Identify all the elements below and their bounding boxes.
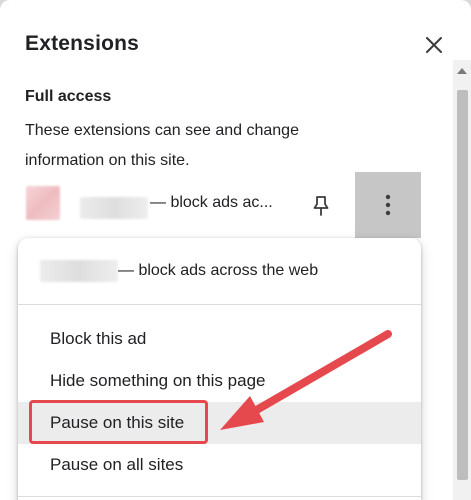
- menu-item-block-ad[interactable]: Block this ad: [18, 318, 421, 360]
- menu-item-pause-all-sites[interactable]: Pause on all sites: [18, 444, 421, 486]
- menu-divider: [18, 496, 421, 497]
- scrollbar-thumb[interactable]: [457, 90, 468, 480]
- scroll-up-arrow-icon[interactable]: [457, 68, 467, 74]
- section-heading: Full access: [25, 88, 112, 105]
- extensions-panel: Extensions Full access These extensions …: [0, 0, 471, 500]
- panel-title: Extensions: [25, 32, 140, 55]
- close-icon: [426, 37, 442, 53]
- menu-item-label: Hide something on this page: [50, 371, 266, 390]
- extension-name: — block ads ac...: [150, 194, 273, 211]
- annotation-highlight-box: [29, 400, 208, 444]
- menu-extension-name-redacted: [40, 260, 118, 282]
- section-description: These extensions can see and change info…: [25, 122, 299, 169]
- extension-row[interactable]: — block ads ac...: [0, 172, 471, 238]
- extension-logo: [26, 186, 60, 220]
- pin-icon: [313, 196, 329, 216]
- menu-header: — block ads across the web: [18, 238, 421, 305]
- pin-button[interactable]: [306, 191, 336, 221]
- menu-item-label: Pause on all sites: [50, 455, 184, 474]
- menu-item-label: Block this ad: [50, 329, 147, 348]
- extension-name-redacted: [80, 197, 148, 219]
- more-options-button[interactable]: [355, 172, 421, 238]
- more-vertical-icon: [385, 194, 391, 216]
- menu-item-hide-something[interactable]: Hide something on this page: [18, 360, 421, 402]
- menu-header-text: — block ads across the web: [118, 262, 319, 279]
- context-menu: — block ads across the web Block this ad…: [18, 238, 421, 500]
- scrollbar[interactable]: [453, 60, 471, 500]
- close-button[interactable]: [419, 30, 449, 60]
